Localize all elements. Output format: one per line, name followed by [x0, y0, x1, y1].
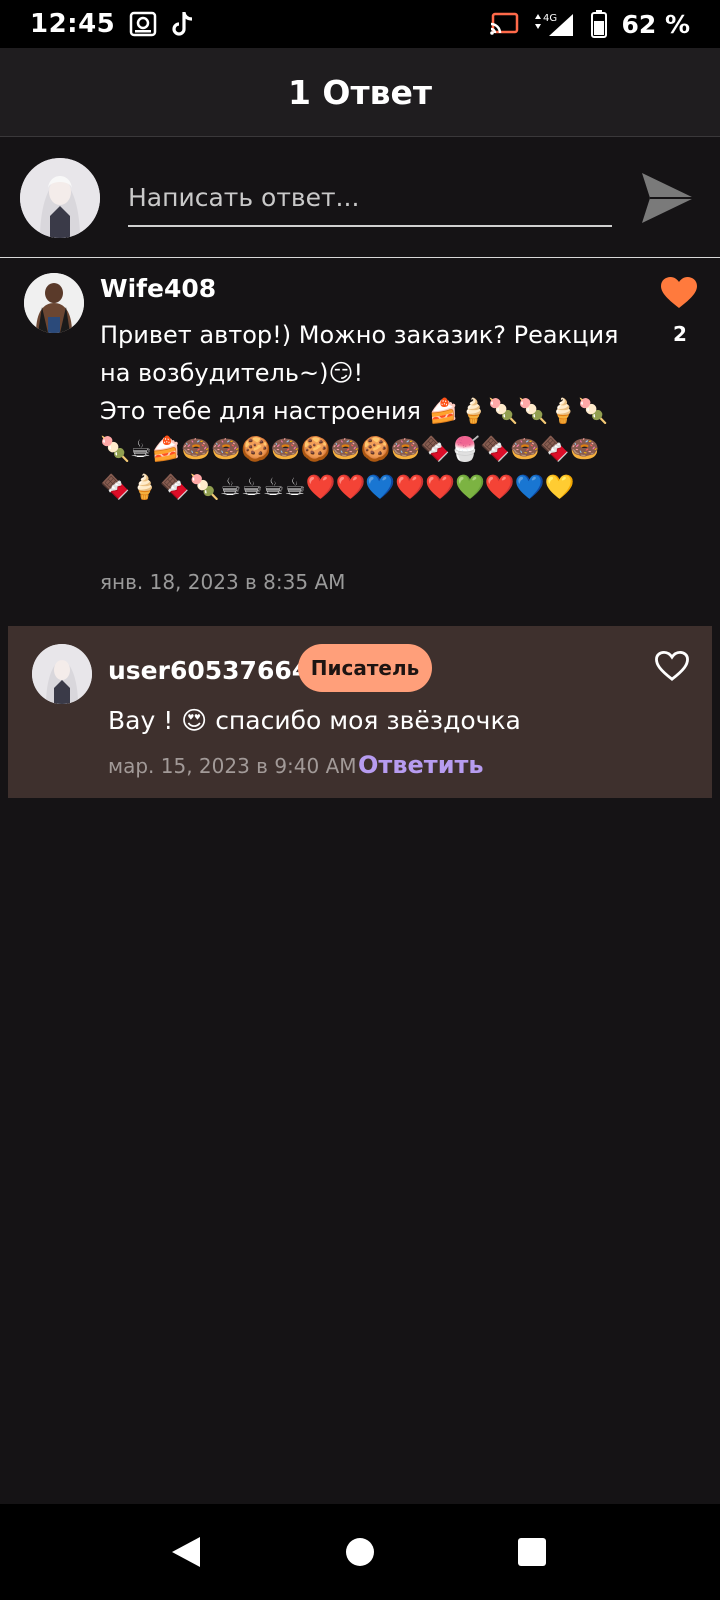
comment: Wife408 Привет автор!) Можно заказик? Ре…: [0, 258, 720, 618]
reply-like-button[interactable]: [654, 650, 690, 686]
header: 1 Ответ: [0, 48, 720, 137]
home-button[interactable]: [340, 1532, 380, 1572]
reply-author[interactable]: user60537664: [108, 656, 309, 685]
comment-author[interactable]: Wife408: [100, 274, 216, 303]
reply-timestamp: мар. 15, 2023 в 9:40 AM: [108, 754, 357, 778]
cast-icon: [489, 12, 519, 36]
page-title: 1 Ответ: [287, 72, 433, 112]
send-icon: [642, 173, 694, 223]
reply-link[interactable]: Ответить: [358, 751, 484, 779]
heart-outline-icon: [655, 650, 689, 681]
recents-button[interactable]: [512, 1532, 552, 1572]
back-button[interactable]: [166, 1532, 206, 1572]
comment-avatar[interactable]: [24, 273, 84, 333]
reply-item: user60537664 Писатель Вау ! 😍 спасибо мо…: [8, 626, 712, 798]
battery-icon: [591, 10, 608, 38]
reply-composer: [0, 137, 720, 258]
like-button[interactable]: [660, 276, 698, 314]
signal-icon: 4G: [533, 10, 577, 38]
comment-text: Привет автор!) Можно заказик? Реакция на…: [100, 321, 619, 501]
status-left: 12:45: [30, 9, 195, 39]
tiktok-icon: [171, 10, 195, 38]
like-count: 2: [673, 322, 687, 346]
system-nav-bar: [0, 1504, 720, 1600]
battery-percent: 62 %: [621, 9, 690, 39]
gallery-icon: [129, 11, 157, 37]
back-icon: [172, 1537, 200, 1567]
heart-filled-icon: [661, 277, 697, 308]
status-time: 12:45: [30, 9, 116, 39]
reply-text: Вау ! 😍 спасибо моя звёздочка: [108, 706, 521, 735]
status-right: 4G 62 %: [489, 10, 690, 39]
send-button[interactable]: [636, 167, 700, 229]
my-avatar[interactable]: [20, 158, 100, 238]
writer-badge: Писатель: [298, 644, 432, 692]
network-label: 4G: [543, 13, 557, 24]
recents-icon: [518, 1538, 546, 1566]
home-icon: [346, 1538, 374, 1566]
status-bar: 12:45 4G 62 %: [0, 0, 720, 48]
reply-input[interactable]: [128, 175, 612, 227]
reply-avatar[interactable]: [32, 644, 92, 704]
comment-timestamp: янв. 18, 2023 в 8:35 AM: [100, 570, 346, 594]
